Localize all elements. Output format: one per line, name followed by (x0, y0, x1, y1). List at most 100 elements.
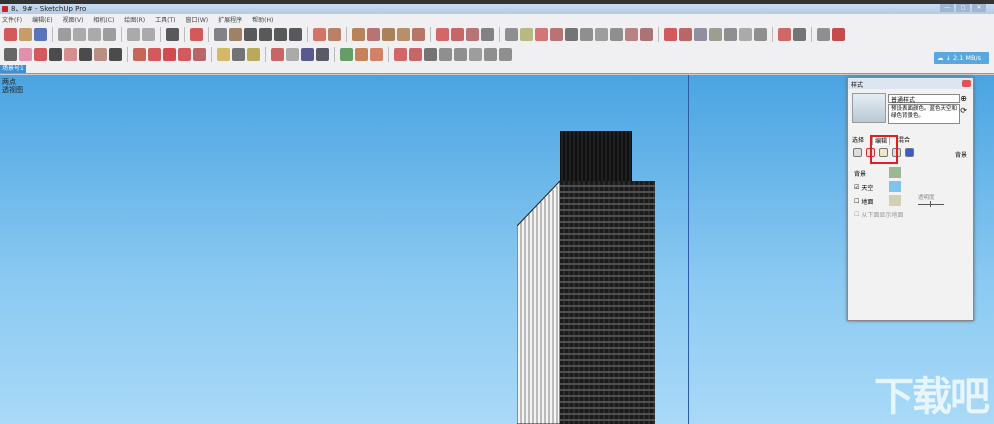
tool-icon[interactable] (109, 47, 122, 61)
tab-mix[interactable]: 混合 (898, 135, 910, 145)
tool-icon[interactable] (535, 27, 548, 41)
panel-close-button[interactable] (962, 80, 971, 87)
tool-icon[interactable] (232, 47, 245, 61)
tool-icon[interactable] (709, 27, 722, 41)
tool-icon[interactable] (817, 27, 830, 41)
tool-icon[interactable] (778, 27, 791, 41)
tool-icon[interactable] (424, 47, 437, 61)
menu-item[interactable]: 扩展程序 (218, 15, 242, 24)
tool-icon[interactable] (274, 27, 287, 41)
tool-icon[interactable] (451, 27, 464, 41)
tool-icon[interactable] (166, 27, 179, 41)
tool-icon[interactable] (133, 47, 146, 61)
tool-icon[interactable] (94, 47, 107, 61)
tool-icon[interactable] (19, 47, 32, 61)
tool-icon[interactable] (754, 27, 767, 41)
style-description-field[interactable]: 预设表面颜色。蓝色天空和绿色背景色。 (888, 104, 960, 124)
tool-icon[interactable] (394, 47, 407, 61)
menu-item[interactable]: 工具(T) (155, 15, 175, 24)
menu-item[interactable]: 帮助(H) (252, 15, 273, 24)
maximize-button[interactable]: ◻ (956, 4, 970, 12)
style-name-field[interactable]: 普通样式 (888, 94, 960, 104)
tool-icon[interactable] (505, 27, 518, 41)
close-button[interactable]: ✕ (972, 4, 986, 12)
menu-item[interactable]: 视图(V) (63, 15, 84, 24)
tool-icon[interactable] (439, 47, 452, 61)
update-style-icon[interactable]: ⟳ (960, 106, 967, 115)
tool-icon[interactable] (244, 27, 257, 41)
tool-icon[interactable] (832, 27, 845, 41)
tool-icon[interactable] (565, 27, 578, 41)
menu-item[interactable]: 相机(C) (93, 15, 114, 24)
tool-icon[interactable] (550, 27, 563, 41)
sky-checkbox[interactable]: ☑ (854, 184, 859, 191)
tool-icon[interactable] (313, 27, 326, 41)
tool-icon[interactable] (520, 27, 533, 41)
tool-icon[interactable] (340, 47, 353, 61)
ground-checkbox[interactable]: ☐ (854, 198, 859, 205)
tool-icon[interactable] (466, 27, 479, 41)
tool-icon[interactable] (352, 27, 365, 41)
tool-icon[interactable] (34, 27, 47, 41)
tool-icon[interactable] (190, 27, 203, 41)
tool-icon[interactable] (289, 27, 302, 41)
tool-icon[interactable] (694, 27, 707, 41)
tool-icon[interactable] (595, 27, 608, 41)
edge-settings-icon[interactable] (853, 148, 862, 157)
menu-item[interactable]: 文件(F) (2, 15, 22, 24)
scene-tab[interactable]: 场景号1 (0, 65, 26, 73)
tool-icon[interactable] (127, 27, 140, 41)
tool-icon[interactable] (610, 27, 623, 41)
tool-icon[interactable] (640, 27, 653, 41)
tool-icon[interactable] (148, 47, 161, 61)
tool-icon[interactable] (481, 27, 494, 41)
tool-icon[interactable] (499, 47, 512, 61)
tool-icon[interactable] (316, 47, 329, 61)
tool-icon[interactable] (247, 47, 260, 61)
network-speed-badge[interactable]: ☁ ↓ 2.1 MB/s (934, 52, 989, 64)
tool-icon[interactable] (580, 27, 593, 41)
tool-icon[interactable] (286, 47, 299, 61)
tool-icon[interactable] (103, 27, 116, 41)
minimize-button[interactable]: — (940, 4, 954, 12)
tool-icon[interactable] (484, 47, 497, 61)
tab-select[interactable]: 选择 (852, 135, 864, 145)
tool-icon[interactable] (73, 27, 86, 41)
tool-icon[interactable] (19, 27, 32, 41)
create-style-icon[interactable]: ⊕ (960, 94, 967, 103)
tool-icon[interactable] (58, 27, 71, 41)
tool-icon[interactable] (49, 47, 62, 61)
tool-icon[interactable] (217, 47, 230, 61)
tool-icon[interactable] (664, 27, 677, 41)
tool-icon[interactable] (4, 47, 17, 61)
tool-icon[interactable] (412, 27, 425, 41)
tool-icon[interactable] (271, 47, 284, 61)
tool-icon[interactable] (397, 27, 410, 41)
tool-icon[interactable] (436, 27, 449, 41)
tool-icon[interactable] (193, 47, 206, 61)
background-color-swatch[interactable] (889, 167, 901, 178)
tool-icon[interactable] (367, 27, 380, 41)
tool-icon[interactable] (724, 27, 737, 41)
from-below-checkbox[interactable]: ☐ (854, 211, 859, 218)
tool-icon[interactable] (679, 27, 692, 41)
model-viewport[interactable]: 两点 透视图 下载吧 (0, 75, 994, 424)
tool-icon[interactable] (382, 27, 395, 41)
ground-color-swatch[interactable] (889, 195, 901, 206)
tool-icon[interactable] (64, 47, 77, 61)
tool-icon[interactable] (625, 27, 638, 41)
tool-icon[interactable] (229, 27, 242, 41)
tool-icon[interactable] (355, 47, 368, 61)
tool-icon[interactable] (454, 47, 467, 61)
sky-color-swatch[interactable] (889, 181, 901, 192)
menu-item[interactable]: 窗口(W) (186, 15, 209, 24)
tool-icon[interactable] (163, 47, 176, 61)
modeling-settings-icon[interactable] (905, 148, 914, 157)
tool-icon[interactable] (370, 47, 383, 61)
tool-icon[interactable] (739, 27, 752, 41)
menu-item[interactable]: 绘图(R) (124, 15, 145, 24)
tool-icon[interactable] (4, 27, 17, 41)
opacity-slider[interactable] (918, 201, 944, 207)
tool-icon[interactable] (328, 27, 341, 41)
tool-icon[interactable] (79, 47, 92, 61)
